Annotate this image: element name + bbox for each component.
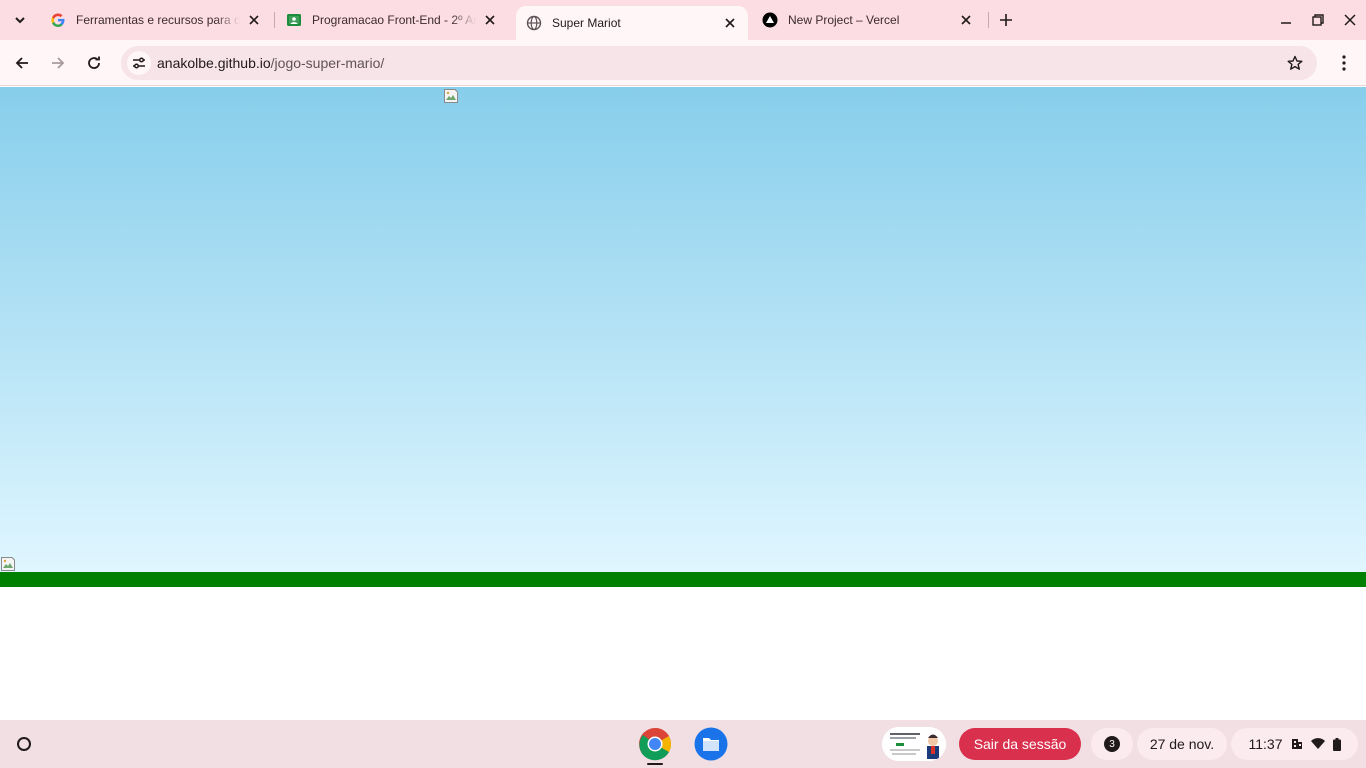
restore-button[interactable] [1306,8,1330,32]
close-icon[interactable] [722,15,738,31]
tab-title: New Project – Vercel [788,13,900,27]
chevron-down-icon [15,17,25,24]
reload-button[interactable] [80,49,108,77]
back-button[interactable] [8,49,36,77]
google-icon [50,12,66,28]
tab-programacao[interactable]: Programacao Front-End - 2º Ano [276,0,508,40]
system-shelf: Sair da sessão 3 27 de nov. 11:37 [0,720,1366,768]
close-icon[interactable] [246,12,262,28]
tab-title: Super Mariot [552,16,621,30]
close-icon[interactable] [482,12,498,28]
close-window-button[interactable] [1338,8,1362,32]
restore-icon [1312,14,1324,26]
tab-ferramentas[interactable]: Ferramentas e recursos para o [40,0,272,40]
tab-super-mariot[interactable]: Super Mariot [516,6,748,40]
forward-button[interactable] [44,49,72,77]
arrow-left-icon [15,57,28,69]
chrome-app[interactable] [637,726,673,762]
reload-icon [88,56,100,69]
arrow-right-icon [52,57,65,69]
screen-capture-thumbnail[interactable] [882,727,946,761]
active-app-indicator [647,763,663,765]
date-tray[interactable]: 27 de nov. [1137,728,1227,760]
tab-strip: Ferramentas e recursos para o Programaca… [0,0,1366,40]
address-bar[interactable]: anakolbe.github.io/jogo-super-mario/ [121,46,1317,80]
url-path: /jogo-super-mario/ [270,55,385,71]
new-tab-button[interactable] [994,8,1018,32]
tab-vercel[interactable]: New Project – Vercel [752,0,984,40]
close-icon[interactable] [958,12,974,28]
battery-icon [1332,737,1341,751]
broken-image-icon [0,556,16,572]
more-vertical-icon [1342,55,1346,71]
wifi-icon [1310,738,1325,750]
date-label: 27 de nov. [1149,736,1215,752]
url-host: anakolbe.github.io [157,55,271,71]
page-viewport [0,87,1366,720]
logout-button[interactable]: Sair da sessão [959,728,1081,760]
time-label: 11:37 [1248,736,1283,752]
bookmark-star-icon[interactable] [1285,53,1305,73]
minimize-icon [1281,22,1291,24]
files-icon [694,727,728,761]
launcher-circle-icon [17,737,31,751]
notification-center-button[interactable]: 3 [1091,728,1133,760]
game-ground [0,572,1366,587]
site-settings-icon[interactable] [127,51,151,75]
tab-title: Ferramentas e recursos para o [76,13,240,27]
broken-image-icon [443,88,459,104]
notification-count-badge: 3 [1104,736,1120,752]
files-app[interactable] [693,726,729,762]
tab-search-button[interactable] [6,6,34,34]
minimize-button[interactable] [1274,8,1298,32]
tab-separator [274,12,275,28]
managed-device-icon [1291,738,1303,750]
tab-title: Programacao Front-End - 2º Ano [312,13,476,27]
globe-icon [526,15,542,31]
launcher-button[interactable] [8,728,40,760]
url-text: anakolbe.github.io/jogo-super-mario/ [157,55,384,71]
plus-icon [1000,14,1012,26]
capture-preview-image [882,727,946,761]
vercel-icon [762,12,778,28]
browser-toolbar: anakolbe.github.io/jogo-super-mario/ [0,40,1366,86]
browser-menu-button[interactable] [1332,49,1356,77]
close-icon [1344,14,1356,26]
tab-separator [988,12,989,28]
classroom-icon [286,12,302,28]
status-tray[interactable]: 11:37 [1231,728,1358,760]
chrome-icon [639,727,671,761]
game-sky [0,87,1366,572]
